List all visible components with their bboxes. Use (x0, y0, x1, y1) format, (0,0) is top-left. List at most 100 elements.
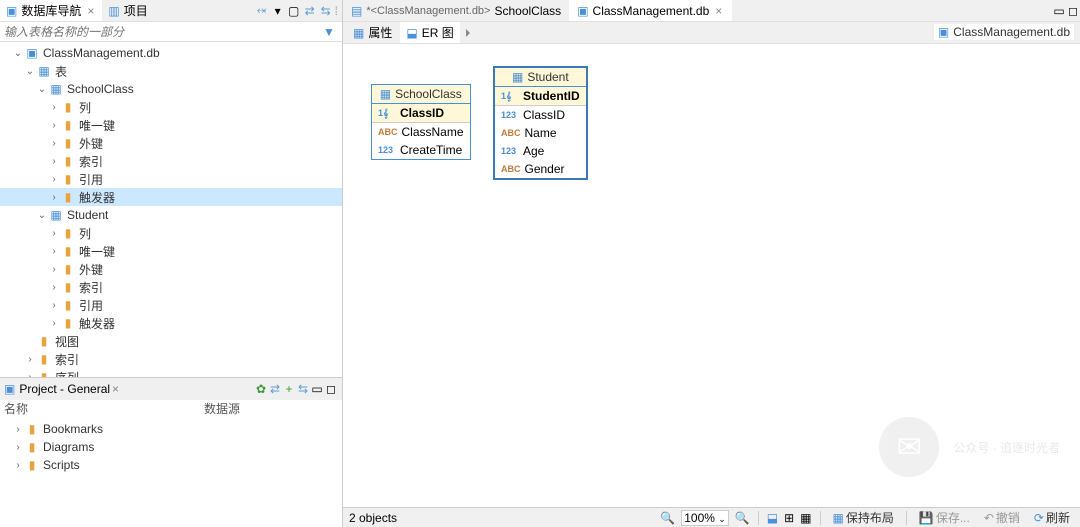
refresh-button[interactable]: ⟳刷新 (1030, 509, 1074, 526)
tree-columns[interactable]: ›▮列 (0, 224, 342, 242)
collapse-arrow-icon[interactable]: › (48, 138, 60, 149)
connect-icon[interactable]: ⬾ (255, 4, 269, 18)
undo-button[interactable]: ↶撤销 (980, 509, 1024, 526)
tree-references[interactable]: ›▮引用 (0, 296, 342, 314)
editor-tab-2[interactable]: ▣ ClassManagement.db × (569, 0, 732, 21)
tree-sequences[interactable]: ›▮序列 (0, 368, 342, 377)
grid-icon[interactable]: ▦ (800, 511, 811, 525)
restore-icon[interactable]: ◻ (324, 382, 338, 396)
collapse-arrow-icon[interactable]: › (48, 192, 60, 203)
link-icon[interactable]: ⇆ (296, 382, 310, 396)
collapse-icon[interactable]: ⇄ (268, 382, 282, 396)
editor-tab-1[interactable]: ▤ *<ClassManagement.db> SchoolClass (343, 0, 569, 21)
mode-icon[interactable]: ⊞ (784, 511, 794, 525)
er-canvas[interactable]: ▦SchoolClass 1𝄞ClassID ABCClassName 123C… (343, 44, 1080, 507)
tree-student[interactable]: ⌄▦Student (0, 206, 342, 224)
collapse-arrow-icon[interactable]: › (48, 174, 60, 185)
inner-tab-er[interactable]: ⬓ ER 图 (400, 22, 459, 43)
layout-icon: ▦ (833, 511, 844, 525)
gear-icon[interactable]: ✿ (254, 382, 268, 396)
tree-tables[interactable]: ⌄▦表 (0, 62, 342, 80)
restore-icon[interactable]: ◻ (1066, 4, 1080, 18)
filter-icon[interactable]: ▼ (320, 25, 338, 39)
close-icon[interactable]: × (713, 4, 724, 18)
project-panel: ▣ Project - General × ✿ ⇄ + ⇆ ▭ ◻ 名称 数据源… (0, 377, 342, 527)
folder-icon: ▮ (60, 136, 76, 150)
tree-schoolclass[interactable]: ⌄▦SchoolClass (0, 80, 342, 98)
right-panel: ▤ *<ClassManagement.db> SchoolClass ▣ Cl… (343, 0, 1080, 527)
close-icon[interactable]: × (110, 382, 121, 396)
folder-icon: ▮ (36, 370, 52, 377)
tree-db[interactable]: ⌄▣ClassManagement.db (0, 44, 342, 62)
link-icon[interactable]: ⇆ (319, 4, 333, 18)
tree-unique-keys[interactable]: ›▮唯一键 (0, 242, 342, 260)
expand-arrow-icon[interactable]: ⌄ (36, 210, 48, 221)
zoom-out-icon[interactable]: 🔍 (660, 511, 675, 525)
folder-icon: ▮ (36, 352, 52, 366)
tab-db-nav[interactable]: ▣ 数据库导航 × (0, 0, 102, 21)
tree-foreign-keys[interactable]: ›▮外键 (0, 260, 342, 278)
collapse-arrow-icon[interactable]: › (48, 300, 60, 311)
tree-references[interactable]: ›▮引用 (0, 170, 342, 188)
expand-arrow-icon[interactable]: ⌄ (36, 84, 48, 95)
right-file-indicator[interactable]: ▣ ClassManagement.db (934, 24, 1074, 40)
new-tab-icon[interactable]: ▢ (287, 4, 301, 18)
folder-icon: ▮ (60, 226, 76, 240)
collapse-icon[interactable]: ⇄ (303, 4, 317, 18)
collapse-arrow-icon[interactable]: › (48, 246, 60, 257)
folder-icon: ▮ (60, 298, 76, 312)
collapse-arrow-icon[interactable]: › (48, 282, 60, 293)
entity-col: 123CreateTime (372, 141, 470, 159)
col-datasource: 数据源 (204, 400, 240, 418)
tree-indexes[interactable]: ›▮索引 (0, 278, 342, 296)
entity-schoolclass[interactable]: ▦SchoolClass 1𝄞ClassID ABCClassName 123C… (371, 84, 471, 160)
tree-indexes-root[interactable]: ›▮索引 (0, 350, 342, 368)
collapse-arrow-icon[interactable]: › (48, 228, 60, 239)
props-icon: ▦ (353, 26, 364, 40)
folder-icon: ▮ (24, 422, 40, 436)
tree-unique-keys[interactable]: ›▮唯一键 (0, 116, 342, 134)
diagram-icon[interactable]: ⬓ (767, 511, 778, 525)
tree-triggers[interactable]: ›▮触发器 (0, 314, 342, 332)
tree-columns[interactable]: ›▮列 (0, 98, 342, 116)
close-icon[interactable]: × (85, 4, 96, 18)
pk-icon: 1𝄞 (501, 91, 519, 102)
collapse-arrow-icon[interactable]: › (12, 424, 24, 435)
collapse-arrow-icon[interactable]: › (48, 102, 60, 113)
entity-col: ABCGender (495, 160, 586, 178)
db-icon: ▣ (6, 4, 17, 18)
status-bar: 2 objects 🔍 100% ⌄ 🔍 ⬓ ⊞ ▦ ▦保持布局 💾保存... … (343, 507, 1080, 527)
toggle-arrow-icon[interactable] (466, 29, 470, 37)
collapse-arrow-icon[interactable]: › (12, 460, 24, 471)
proj-bookmarks[interactable]: ›▮Bookmarks (0, 420, 342, 438)
minimize-icon[interactable]: ▭ (310, 382, 324, 396)
refresh-icon: ⟳ (1034, 511, 1044, 525)
save-button[interactable]: 💾保存... (915, 509, 974, 526)
type-text-icon: ABC (378, 127, 398, 137)
plus-icon[interactable]: + (282, 382, 296, 396)
tree-indexes[interactable]: ›▮索引 (0, 152, 342, 170)
tab-project[interactable]: ▥ 项目 (102, 0, 153, 21)
table-icon: ▦ (48, 208, 64, 222)
tree-foreign-keys[interactable]: ›▮外键 (0, 134, 342, 152)
tree-triggers[interactable]: ›▮触发器 (0, 188, 342, 206)
minimize-icon[interactable]: ▭ (1052, 4, 1066, 18)
search-input[interactable] (0, 23, 320, 41)
collapse-arrow-icon[interactable]: › (48, 264, 60, 275)
collapse-arrow-icon[interactable]: › (48, 318, 60, 329)
inner-tab-props[interactable]: ▦ 属性 (347, 22, 398, 43)
collapse-arrow-icon[interactable]: › (12, 442, 24, 453)
dropdown-icon[interactable]: ▾ (271, 4, 285, 18)
zoom-in-icon[interactable]: 🔍 (735, 511, 750, 525)
collapse-arrow-icon[interactable]: › (48, 156, 60, 167)
expand-arrow-icon[interactable]: ⌄ (12, 48, 24, 59)
proj-diagrams[interactable]: ›▮Diagrams (0, 438, 342, 456)
proj-scripts[interactable]: ›▮Scripts (0, 456, 342, 474)
expand-arrow-icon[interactable]: ⌄ (24, 66, 36, 77)
collapse-arrow-icon[interactable]: › (48, 120, 60, 131)
tree-views[interactable]: ▮视图 (0, 332, 342, 350)
entity-student[interactable]: ▦Student 1𝄞StudentID 123ClassID ABCName … (493, 66, 588, 180)
layout-button[interactable]: ▦保持布局 (829, 509, 898, 526)
collapse-arrow-icon[interactable]: › (24, 354, 36, 365)
zoom-select[interactable]: 100% ⌄ (681, 510, 729, 526)
